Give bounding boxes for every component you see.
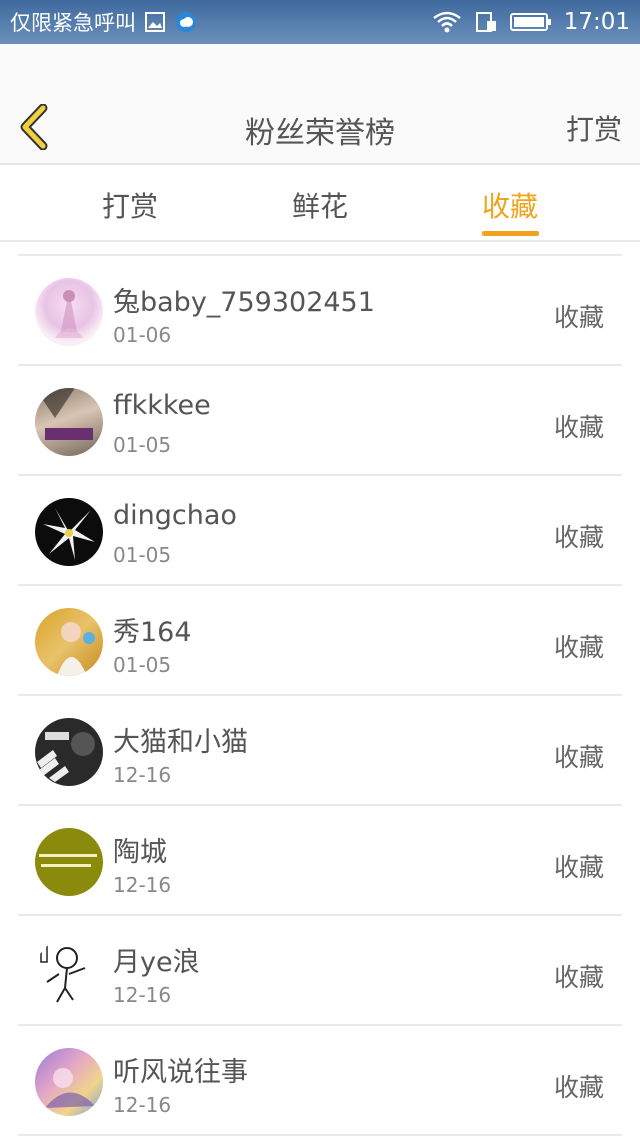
fan-name: ffkkkee xyxy=(113,390,211,421)
fan-date: 12-16 xyxy=(113,983,172,1007)
clock-time: 17:01 xyxy=(563,9,630,35)
sim-icon xyxy=(474,10,498,34)
avatar[interactable] xyxy=(35,608,103,676)
status-bar: 仅限紧急呼叫 17:01 xyxy=(0,0,640,44)
favorite-label: 收藏 xyxy=(553,633,604,662)
fan-date: 12-16 xyxy=(113,873,172,897)
fan-date: 01-06 xyxy=(113,323,172,347)
fan-name: 陶城 xyxy=(113,837,167,868)
cloud-icon xyxy=(174,10,198,34)
fan-date: 12-16 xyxy=(113,1093,172,1117)
fan-name: 大猫和小猫 xyxy=(113,727,248,758)
page-title: 粉丝荣誉榜 xyxy=(245,116,395,151)
favorite-label: 收藏 xyxy=(553,743,604,772)
avatar[interactable] xyxy=(35,278,103,346)
fan-date: 01-05 xyxy=(113,653,172,677)
fan-name: 兔baby_759302451 xyxy=(113,287,375,318)
list-item[interactable]: 陶城 12-16 收藏 xyxy=(18,806,622,916)
tab-favorites[interactable]: 收藏 xyxy=(482,185,538,225)
favorite-label: 收藏 xyxy=(553,523,604,552)
tab-bar: 打赏 鲜花 收藏 xyxy=(0,165,640,241)
fan-name: 秀164 xyxy=(113,617,192,648)
carrier-text: 仅限紧急呼叫 xyxy=(10,11,136,35)
avatar[interactable] xyxy=(35,938,103,1006)
status-left: 仅限紧急呼叫 xyxy=(10,7,198,37)
tab-flowers[interactable]: 鲜花 xyxy=(292,185,348,225)
header-reward-button[interactable]: 打赏 xyxy=(566,108,622,148)
avatar[interactable] xyxy=(35,498,103,566)
image-icon xyxy=(144,11,166,33)
status-right: 17:01 xyxy=(432,9,630,35)
fan-list: 兔baby_759302451 01-06 收藏 ffkkkee 01-05 收… xyxy=(18,254,622,1136)
battery-icon xyxy=(509,11,552,33)
favorite-label: 收藏 xyxy=(553,413,604,442)
list-item[interactable]: 听风说往事 12-16 收藏 xyxy=(18,1026,622,1136)
fan-name: 听风说往事 xyxy=(113,1057,248,1088)
wifi-icon xyxy=(432,10,462,34)
avatar[interactable] xyxy=(35,828,103,896)
fan-name: dingchao xyxy=(113,500,237,531)
fan-date: 12-16 xyxy=(113,763,172,787)
list-item[interactable]: dingchao 01-05 收藏 xyxy=(18,476,622,586)
favorite-label: 收藏 xyxy=(553,853,604,882)
favorite-label: 收藏 xyxy=(553,303,604,332)
tabs-divider xyxy=(0,240,640,242)
avatar[interactable] xyxy=(35,388,103,456)
list-item[interactable]: 兔baby_759302451 01-06 收藏 xyxy=(18,256,622,366)
fan-name: 月ye浪 xyxy=(113,947,200,978)
favorite-label: 收藏 xyxy=(553,1073,604,1102)
favorite-label: 收藏 xyxy=(553,963,604,992)
active-tab-indicator xyxy=(482,231,539,236)
fan-date: 01-05 xyxy=(113,543,172,567)
list-item[interactable]: 秀164 01-05 收藏 xyxy=(18,586,622,696)
fan-date: 01-05 xyxy=(113,433,172,457)
avatar[interactable] xyxy=(35,718,103,786)
tab-reward[interactable]: 打赏 xyxy=(102,185,158,225)
list-item[interactable]: 大猫和小猫 12-16 收藏 xyxy=(18,696,622,806)
list-item[interactable]: 月ye浪 12-16 收藏 xyxy=(18,916,622,1026)
list-item[interactable]: ffkkkee 01-05 收藏 xyxy=(18,366,622,476)
avatar[interactable] xyxy=(35,1048,103,1116)
